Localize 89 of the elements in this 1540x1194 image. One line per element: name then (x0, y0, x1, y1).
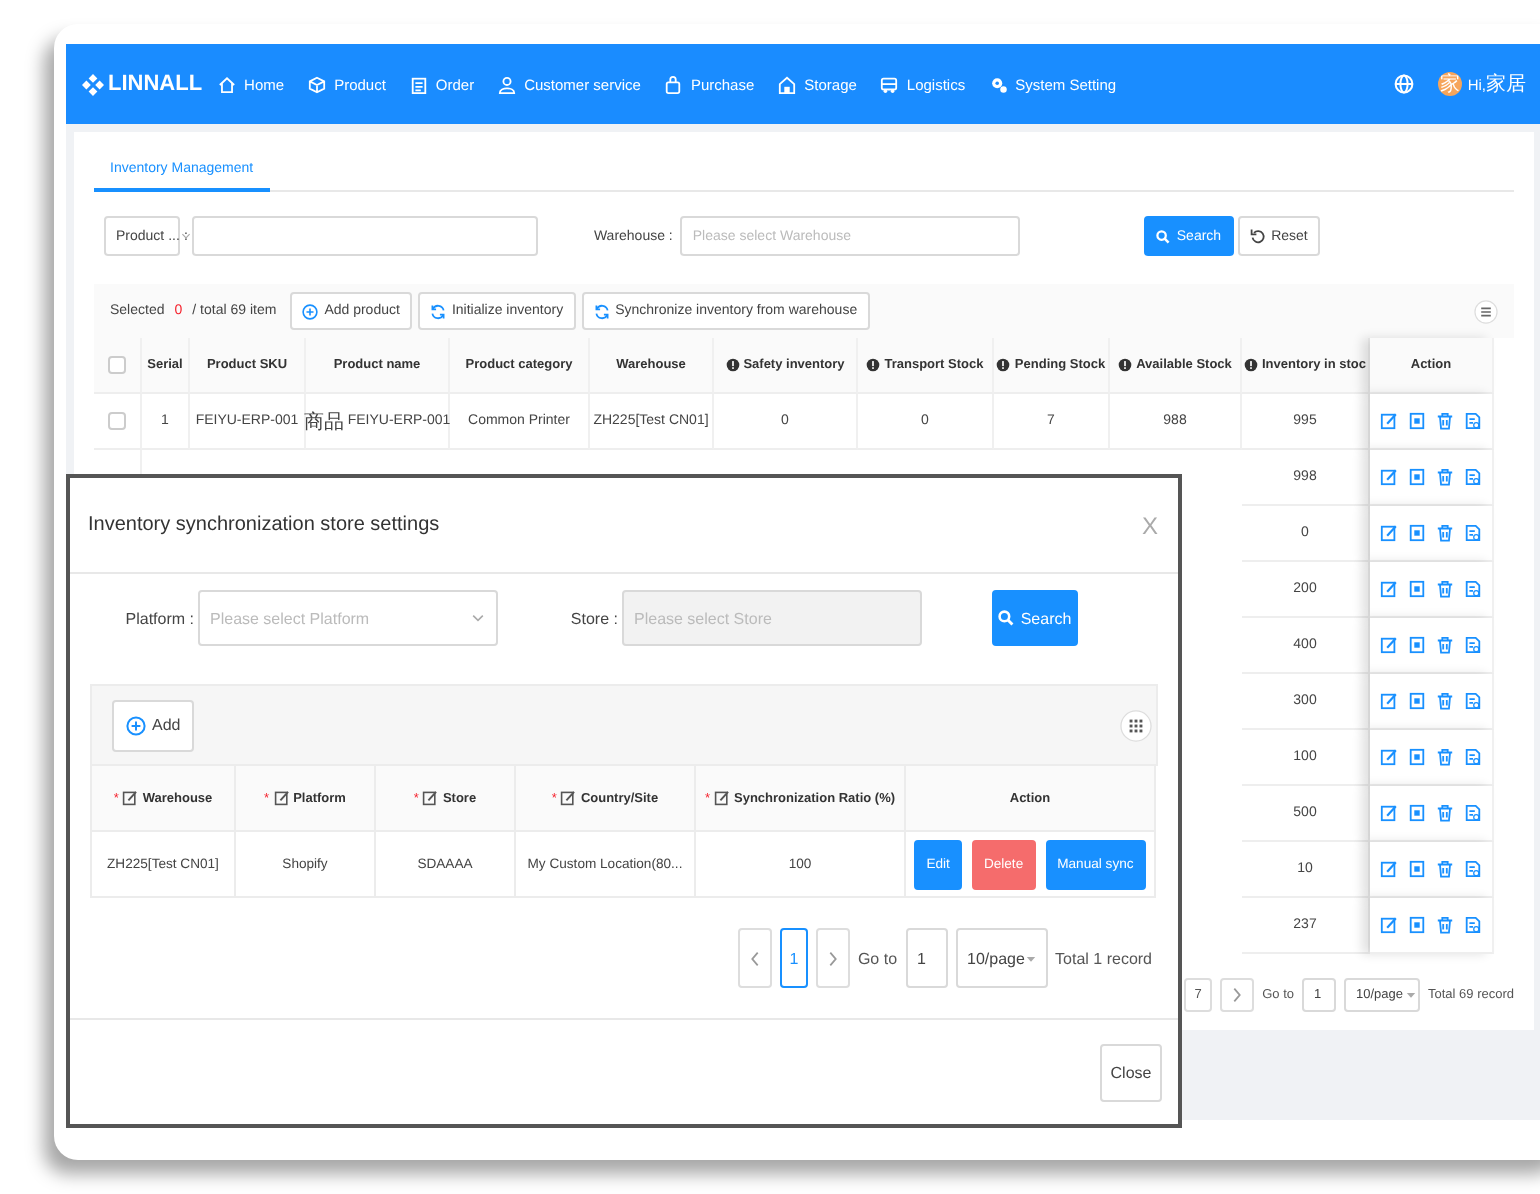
file-icon[interactable] (1464, 580, 1482, 598)
document-icon[interactable] (1408, 468, 1426, 486)
total-label: Total 1 record (1055, 949, 1152, 967)
file-icon[interactable] (1464, 692, 1482, 710)
document-icon[interactable] (1408, 692, 1426, 710)
warehouse-icon (778, 75, 797, 93)
edit-icon[interactable] (1380, 524, 1398, 542)
checkbox[interactable] (108, 356, 126, 374)
clipboard-icon (409, 75, 428, 93)
field-label: Store : (568, 609, 620, 627)
document-icon[interactable] (1408, 412, 1426, 430)
platform-select[interactable]: Please select Platform (198, 590, 498, 646)
trash-icon[interactable] (1436, 636, 1454, 654)
trash-icon[interactable] (1436, 860, 1454, 878)
dropdown-icon (1403, 988, 1417, 1002)
close-button[interactable]: X (1141, 511, 1158, 539)
edit-icon[interactable] (1380, 804, 1398, 822)
document-icon[interactable] (1408, 524, 1426, 542)
column-settings-icon[interactable] (1120, 709, 1152, 741)
truck-icon (880, 75, 899, 93)
cube-icon (308, 75, 327, 93)
close-button[interactable]: Close (1100, 1043, 1162, 1101)
file-icon[interactable] (1464, 636, 1482, 654)
search-icon (1156, 229, 1171, 243)
goto-field[interactable]: 1 (905, 928, 948, 988)
file-icon[interactable] (1464, 468, 1482, 486)
add-button[interactable]: Add (112, 699, 195, 751)
column-settings-icon[interactable] (1474, 299, 1498, 323)
logo-text: LINNALL (108, 72, 203, 96)
page-button[interactable]: 1 (779, 928, 808, 988)
logo-icon (82, 73, 104, 95)
file-icon[interactable] (1464, 804, 1482, 822)
avatar[interactable]: 家 (1437, 72, 1462, 96)
trash-icon[interactable] (1436, 580, 1454, 598)
file-icon[interactable] (1464, 524, 1482, 542)
file-icon[interactable] (1464, 916, 1482, 934)
search-icon (998, 610, 1015, 626)
edit-icon (560, 790, 577, 806)
info-icon (866, 358, 881, 372)
sync-icon (429, 303, 446, 319)
trash-icon[interactable] (1436, 468, 1454, 486)
edit-icon[interactable] (1380, 748, 1398, 766)
gear-icon (989, 75, 1008, 93)
trash-icon[interactable] (1436, 692, 1454, 710)
person-icon (498, 75, 517, 93)
edit-icon (273, 790, 290, 806)
document-icon[interactable] (1408, 748, 1426, 766)
keyword-field[interactable] (191, 216, 538, 256)
trash-icon[interactable] (1436, 804, 1454, 822)
file-icon[interactable] (1464, 860, 1482, 878)
document-icon[interactable] (1408, 636, 1426, 654)
globe-icon[interactable] (1393, 74, 1414, 94)
edit-icon[interactable] (1380, 916, 1398, 934)
chevron-down-icon (179, 230, 192, 242)
page-size-select[interactable]: 10/page (955, 928, 1048, 988)
edit-icon[interactable] (1380, 860, 1398, 878)
reset-icon (1249, 228, 1266, 244)
plus-circle-icon (126, 715, 146, 735)
trash-icon[interactable] (1436, 412, 1454, 430)
edit-icon[interactable] (1380, 692, 1398, 710)
trash-icon[interactable] (1436, 748, 1454, 766)
checkbox[interactable] (108, 412, 126, 430)
edit-icon (422, 790, 439, 806)
trash-icon[interactable] (1436, 524, 1454, 542)
search-button[interactable]: Search (992, 590, 1078, 646)
chevron-down-icon (470, 610, 486, 626)
bag-icon (664, 75, 683, 93)
document-icon[interactable] (1408, 804, 1426, 822)
file-icon[interactable] (1464, 412, 1482, 430)
edit-icon[interactable] (1380, 468, 1398, 486)
edit-icon[interactable] (1380, 580, 1398, 598)
edit-icon (714, 790, 730, 806)
field-label: Platform : (123, 609, 196, 627)
edit-icon (122, 790, 139, 806)
goto-label: Go to (857, 949, 898, 967)
edit-icon[interactable] (1380, 636, 1398, 654)
file-icon[interactable] (1464, 748, 1482, 766)
info-icon (725, 358, 740, 372)
trash-icon[interactable] (1436, 916, 1454, 934)
info-icon (1118, 358, 1133, 372)
plus-circle-icon (302, 303, 319, 319)
document-icon[interactable] (1408, 580, 1426, 598)
sync-icon (593, 303, 610, 319)
dropdown-icon (1024, 951, 1039, 965)
home-icon (218, 75, 237, 93)
modal-title: Inventory synchronization store settings (88, 514, 440, 536)
edit-icon[interactable] (1380, 412, 1398, 430)
document-icon[interactable] (1408, 860, 1426, 878)
document-icon[interactable] (1408, 916, 1426, 934)
